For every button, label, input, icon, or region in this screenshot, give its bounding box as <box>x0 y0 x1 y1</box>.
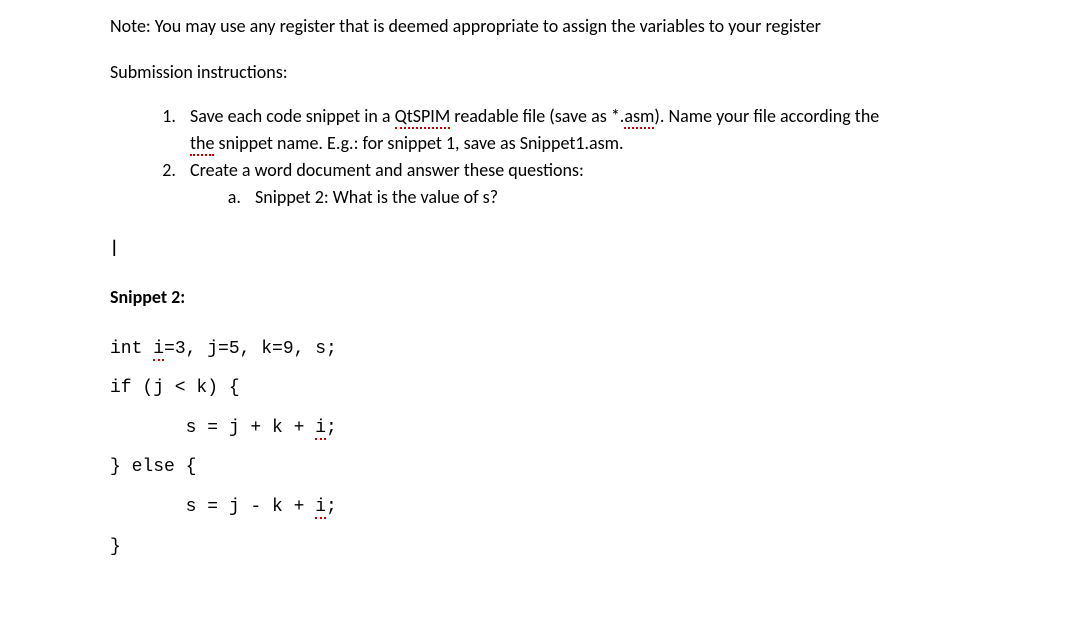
note-text: Note: You may use any register that is d… <box>110 10 1026 42</box>
spell-error: the <box>190 132 214 156</box>
text-cursor: | <box>110 231 1026 263</box>
code-line: int i=3, j=5, k=9, s; <box>110 339 337 361</box>
list-item: Create a word document and answer these … <box>180 157 1026 211</box>
spell-error: i <box>315 497 326 519</box>
submission-title: Submission instructions: <box>110 56 1026 88</box>
li2-text: Create a word document and answer these … <box>190 159 584 181</box>
sublist-item: Snippet 2: What is the value of s? <box>245 184 1026 211</box>
sublist: Snippet 2: What is the value of s? <box>190 184 1026 211</box>
code-line: } <box>110 537 121 557</box>
submission-list: Save each code snippet in a QtSPIM reada… <box>110 103 1026 211</box>
code-line: s = j + k + i; <box>110 418 337 440</box>
spell-error: i <box>153 339 164 361</box>
spell-error: i <box>315 418 326 440</box>
code-line: } else { <box>110 457 196 477</box>
li1-mid1: readable file (save as *. <box>450 105 624 127</box>
list-item: Save each code snippet in a QtSPIM reada… <box>180 103 1026 157</box>
code-line: s = j - k + i; <box>110 497 337 519</box>
li1-prefix: Save each code snippet in a <box>190 105 395 127</box>
spell-error: asm <box>624 105 654 129</box>
spell-error: QtSPIM <box>395 105 451 129</box>
li1-mid2: ). Name your file according the <box>654 105 879 127</box>
li1-suffix: snippet name. E.g.: for snippet 1, save … <box>214 132 623 154</box>
code-block: int i=3, j=5, k=9, s; if (j < k) { s = j… <box>110 330 1026 568</box>
snippet-title: Snippet 2: <box>110 281 1026 313</box>
code-line: if (j < k) { <box>110 378 240 398</box>
